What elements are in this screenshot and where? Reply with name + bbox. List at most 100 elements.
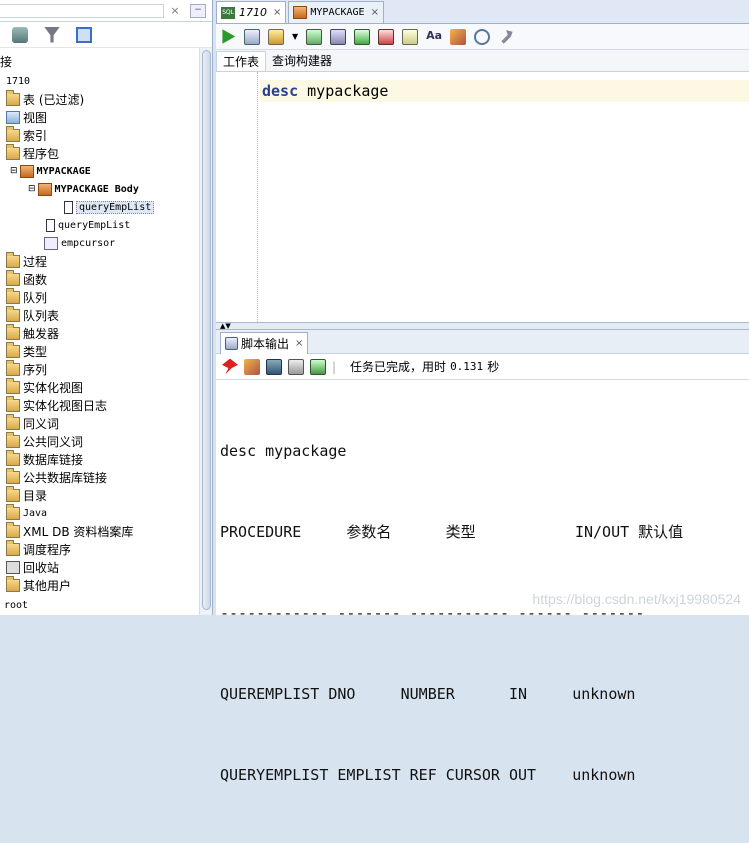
package-icon — [293, 6, 308, 19]
close-tab-icon[interactable]: × — [371, 7, 379, 18]
tree-node-other-users[interactable]: 其他用户 — [6, 575, 71, 594]
wrench-icon[interactable] — [501, 30, 513, 44]
navigator-filter-input[interactable] — [0, 3, 164, 18]
worksheet-area: SQL 1710 × MYPACKAGE × ▼ Aa 工作表 查询构建器 de… — [216, 0, 749, 784]
tree-node-xmldb[interactable]: XML DB 资料档案库 — [6, 521, 133, 540]
sql-tuning-icon[interactable] — [330, 28, 347, 45]
folder-icon — [6, 485, 20, 502]
tab-mypackage[interactable]: MYPACKAGE × — [288, 1, 384, 23]
tree-node-mypackage[interactable]: ⊟ MYPACKAGE — [10, 162, 91, 180]
worksheet-subtabs: 工作表 查询构建器 — [216, 50, 749, 72]
folder-icon — [6, 287, 20, 304]
tree-node-queue-tables[interactable]: 队列表 — [6, 305, 59, 324]
tree-node-directories[interactable]: 目录 — [6, 485, 47, 504]
sql-code[interactable]: desc mypackage — [262, 82, 388, 100]
chevron-down-icon[interactable]: ▼ — [292, 32, 298, 41]
folder-icon — [6, 269, 20, 286]
tree-node-scheduler[interactable]: 调度程序 — [6, 539, 71, 558]
tree-node-views[interactable]: 视图 — [6, 108, 47, 126]
tree-node-public-synonyms[interactable]: 公共同义词 — [6, 431, 83, 450]
tree-node-mviews[interactable]: 实体化视图 — [6, 377, 83, 396]
tree-scrollbar[interactable] — [199, 48, 212, 615]
recycle-bin-icon — [6, 560, 20, 574]
document-tabs: SQL 1710 × MYPACKAGE × — [216, 0, 749, 24]
folder-icon — [6, 143, 20, 160]
close-tab-icon[interactable]: × — [273, 7, 281, 18]
print-icon[interactable] — [288, 358, 304, 375]
splitter-arrows-icon[interactable]: ▲▼ — [220, 322, 231, 330]
tree-node-recycle-bin[interactable]: 回收站 — [6, 558, 59, 576]
tree-node-procedures[interactable]: 过程 — [6, 251, 47, 270]
tree-node-triggers[interactable]: 触发器 — [6, 323, 59, 342]
script-output[interactable]: desc mypackage PROCEDURE 参数名 类型 IN/OUT 默… — [220, 384, 749, 843]
tree-node-java[interactable]: Java — [6, 503, 47, 522]
folder-icon — [6, 413, 20, 430]
tree-node-queryemplist-body[interactable]: queryEmpList — [64, 198, 155, 216]
save-icon[interactable] — [266, 358, 282, 375]
tab-script-output[interactable]: 脚本输出 × — [220, 332, 309, 354]
tree-node-indexes[interactable]: 索引 — [6, 125, 47, 144]
tree-node-mypackage-body[interactable]: ⊟ MYPACKAGE Body — [28, 180, 139, 198]
tab-1710[interactable]: SQL 1710 × — [216, 1, 287, 23]
scrollbar-thumb[interactable] — [202, 50, 211, 610]
package-body-icon — [37, 182, 52, 196]
tree-node-sequences[interactable]: 序列 — [6, 359, 47, 378]
tree-node-public-db-links[interactable]: 公共数据库链接 — [6, 467, 107, 486]
run-script-icon[interactable] — [244, 28, 260, 45]
view-folder-icon — [6, 110, 20, 124]
export-icon[interactable] — [310, 358, 326, 375]
close-tab-icon[interactable]: × — [295, 338, 303, 349]
tree-node-synonyms[interactable]: 同义词 — [6, 413, 59, 432]
autotrace-icon[interactable] — [306, 28, 323, 45]
sql-history-icon[interactable] — [402, 28, 419, 45]
tree-node-queues[interactable]: 队列 — [6, 287, 47, 306]
sql-editor[interactable]: desc mypackage — [216, 72, 749, 322]
minimize-icon[interactable]: − — [190, 3, 206, 18]
folder-icon — [6, 377, 20, 394]
tree-connection[interactable]: 1710 — [6, 72, 30, 90]
filter-icon[interactable] — [44, 26, 60, 43]
commit-icon[interactable] — [354, 28, 371, 45]
eraser-icon[interactable] — [244, 358, 260, 375]
tree-node-functions[interactable]: 函数 — [6, 269, 47, 288]
tree-node-root[interactable]: root — [4, 596, 28, 614]
clear-icon[interactable] — [450, 28, 467, 45]
run-statement-icon[interactable] — [222, 29, 236, 44]
refresh-icon[interactable] — [12, 26, 28, 43]
folder-icon — [6, 305, 20, 322]
format-case-icon[interactable]: Aa — [426, 29, 442, 45]
variable-icon — [44, 236, 58, 250]
folder-icon — [6, 449, 20, 466]
tab-worksheet[interactable]: 工作表 — [216, 50, 267, 71]
status-text: 任务已完成，用时 0.131 秒 — [350, 360, 500, 374]
tree-header-fragment: 接 — [0, 54, 13, 69]
folder-icon — [6, 521, 20, 538]
procedure-icon — [64, 200, 73, 214]
folder-icon — [6, 251, 20, 268]
folder-icon — [6, 395, 20, 412]
rollback-icon[interactable] — [378, 28, 395, 45]
schema-browser-icon[interactable] — [76, 26, 92, 43]
tree-node-types[interactable]: 类型 — [6, 341, 47, 360]
folder-icon — [6, 323, 20, 340]
folder-icon — [6, 125, 20, 142]
pane-splitter[interactable]: ▲▼ — [216, 322, 749, 330]
output-line: QUEREMPLIST DNO NUMBER IN unknown — [220, 685, 636, 703]
close-icon[interactable]: × — [168, 4, 182, 18]
explain-plan-icon[interactable] — [268, 28, 284, 45]
connections-header: × − — [0, 0, 212, 22]
pin-icon[interactable] — [222, 358, 238, 375]
connection-tree: 接 1710 表 (已过滤) 视图 索引 程序包 ⊟ MYPACKAGE ⊟ MYP… — [0, 48, 198, 615]
tree-node-empcursor[interactable]: empcursor — [44, 234, 115, 252]
tab-query-builder[interactable]: 查询构建器 — [266, 51, 338, 71]
monitor-icon[interactable] — [474, 28, 491, 45]
tree-node-db-links[interactable]: 数据库链接 — [6, 449, 83, 468]
output-toolbar: | 任务已完成，用时 0.131 秒 — [216, 354, 749, 380]
tree-node-tables[interactable]: 表 (已过滤) — [6, 89, 84, 108]
tree-node-packages[interactable]: 程序包 — [6, 143, 59, 162]
worksheet-toolbar: ▼ Aa — [216, 24, 749, 50]
output-tabs: 脚本输出 × — [216, 330, 749, 354]
tree-node-mview-logs[interactable]: 实体化视图日志 — [6, 395, 107, 414]
tree-node-queryemplist-spec[interactable]: queryEmpList — [46, 216, 130, 234]
package-icon — [19, 164, 34, 178]
